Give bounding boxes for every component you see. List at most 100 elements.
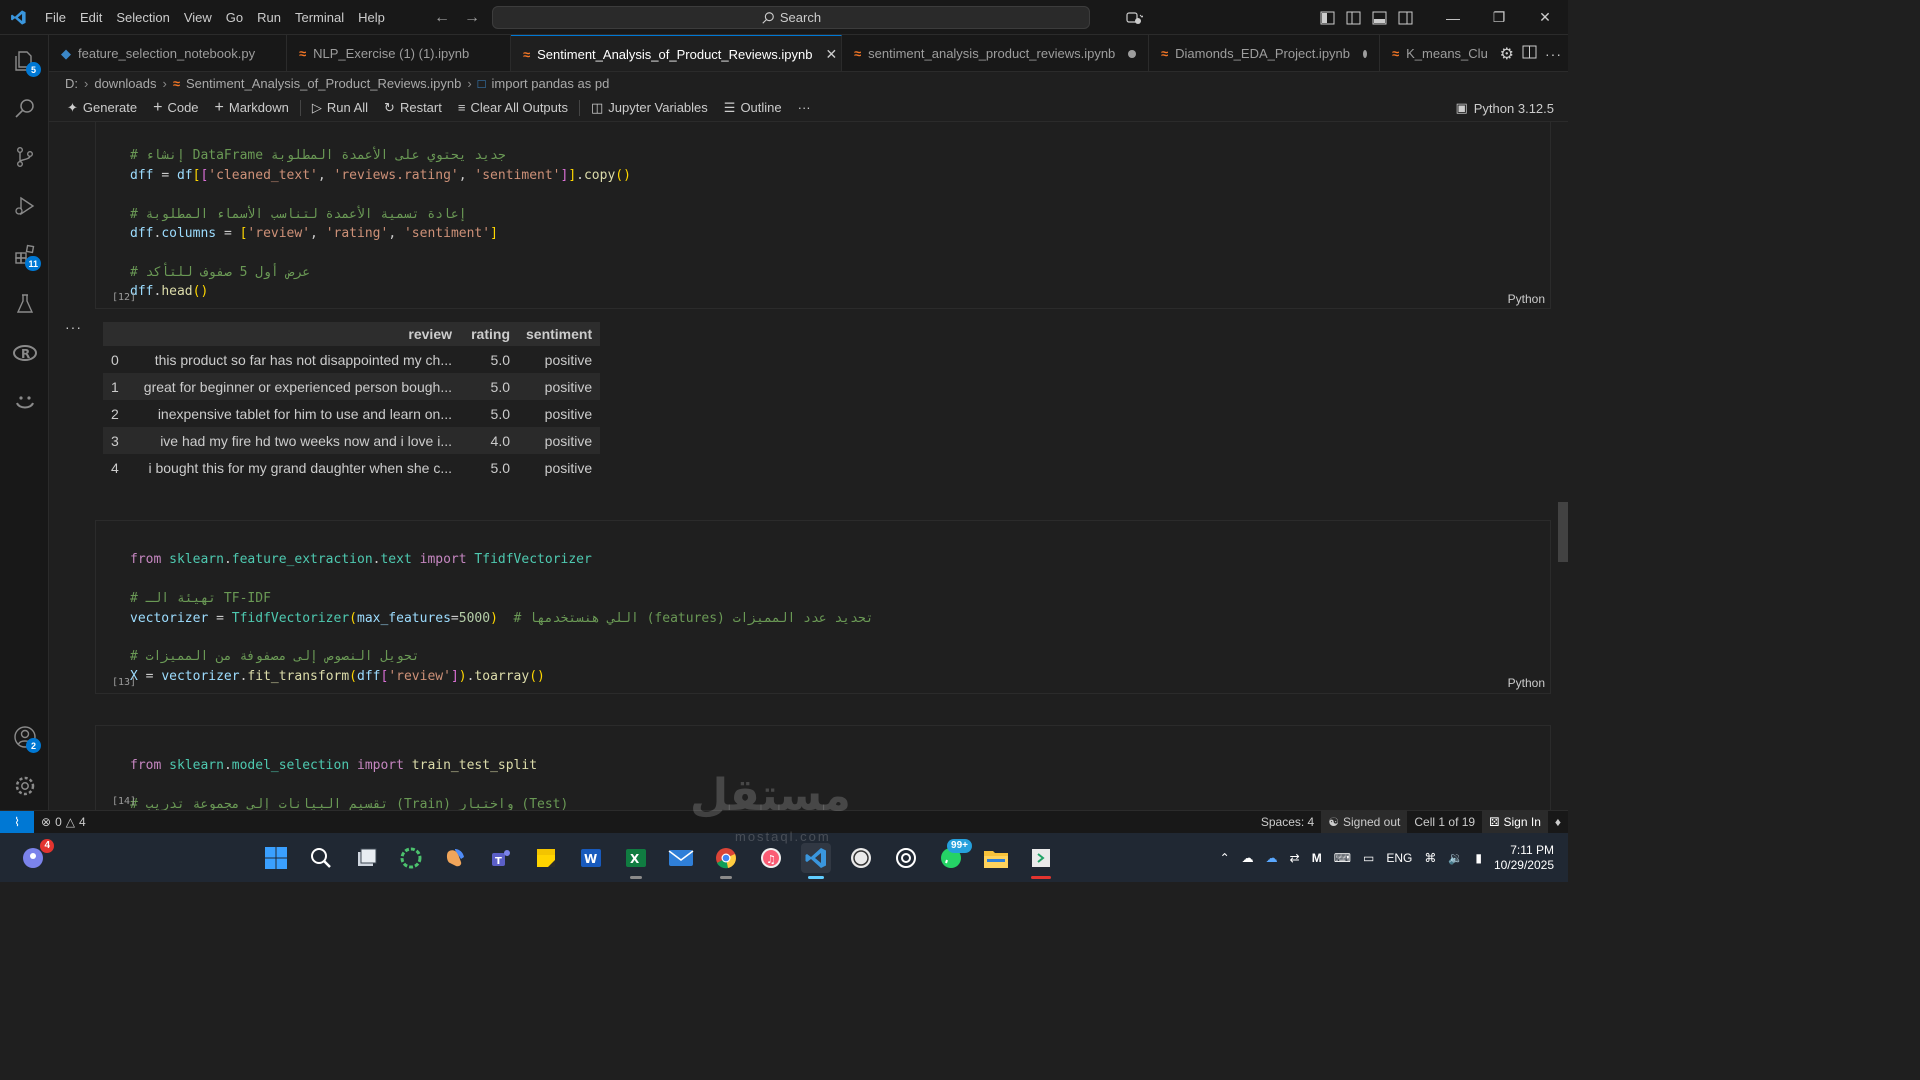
menu-file[interactable]: File: [38, 0, 73, 35]
excel-app-icon[interactable]: X: [621, 843, 651, 879]
back-arrow-icon[interactable]: ←: [434, 9, 450, 27]
onedrive-sync-icon[interactable]: ☁: [1266, 851, 1278, 865]
copilot-ring-icon[interactable]: [396, 843, 426, 873]
notebook-settings-gear-icon[interactable]: ⚙: [1500, 44, 1514, 64]
restore-button[interactable]: ❐: [1476, 0, 1522, 35]
notifications-bell-icon[interactable]: ♦: [1548, 811, 1568, 833]
smiley-extension-icon[interactable]: [0, 378, 49, 426]
code-cell-13[interactable]: from sklearn.feature_extraction.text imp…: [95, 520, 1551, 694]
chrome-app-icon[interactable]: [711, 843, 741, 879]
cell-source[interactable]: # إنشاء DataFrame جديد يحتوي على الأعمدة…: [130, 127, 631, 340]
kernel-picker[interactable]: ▣ Python 3.12.5: [1455, 94, 1554, 122]
teams-chat-icon[interactable]: 4: [18, 839, 54, 873]
indentation-status[interactable]: Spaces: 4: [1254, 811, 1321, 833]
run-all-button[interactable]: ▷ Run All: [304, 94, 376, 122]
terminal-app-icon[interactable]: [1026, 843, 1056, 879]
toggle-sidebar-icon[interactable]: [1340, 0, 1366, 35]
run-debug-icon[interactable]: [0, 182, 49, 230]
problems-indicator[interactable]: ⊗ 0 △ 4: [34, 811, 93, 833]
whatsapp-app-icon[interactable]: 99+: [936, 839, 972, 873]
sign-in-button[interactable]: ⚄ Sign In: [1482, 811, 1548, 833]
breadcrumb-file[interactable]: Sentiment_Analysis_of_Product_Reviews.ip…: [186, 76, 461, 91]
tray-app-m-icon[interactable]: M: [1312, 851, 1322, 865]
signed-out-status[interactable]: ☯ Signed out: [1321, 811, 1408, 833]
copilot-app-icon[interactable]: [441, 843, 471, 873]
command-center-search[interactable]: Search: [492, 6, 1090, 29]
more-actions-icon[interactable]: ···: [1545, 46, 1562, 62]
close-tab-icon[interactable]: ✕: [825, 46, 837, 63]
unsaved-dot-icon[interactable]: [1128, 49, 1136, 58]
remote-explorer-icon[interactable]: R: [0, 329, 49, 377]
input-language-label[interactable]: ENG: [1386, 851, 1412, 865]
chatgpt-app-icon[interactable]: [891, 843, 921, 873]
menu-help[interactable]: Help: [351, 0, 392, 35]
menu-selection[interactable]: Selection: [109, 0, 176, 35]
copilot-icon[interactable]: [1114, 0, 1154, 35]
add-code-cell-button[interactable]: + Code: [145, 94, 206, 122]
editor-scrollbar[interactable]: [1558, 502, 1568, 562]
menu-run[interactable]: Run: [250, 0, 288, 35]
start-windows-icon[interactable]: [261, 843, 291, 873]
customize-layout-icon[interactable]: [1314, 0, 1340, 35]
sticky-notes-icon[interactable]: [531, 843, 561, 873]
accounts-icon[interactable]: 2: [0, 713, 49, 761]
whatsapp-web-icon[interactable]: [846, 843, 876, 873]
jupyter-variables-button[interactable]: ◫ Jupyter Variables: [583, 94, 716, 122]
split-editor-icon[interactable]: [1522, 45, 1537, 62]
wifi-icon[interactable]: ⌘: [1424, 851, 1436, 865]
cell-language-label[interactable]: Python: [1508, 292, 1545, 306]
clock[interactable]: 7:11 PM 10/29/2025: [1494, 843, 1554, 873]
word-app-icon[interactable]: W: [576, 843, 606, 873]
breadcrumb-folder[interactable]: downloads: [94, 76, 156, 91]
taskbar-search-icon[interactable]: [306, 843, 336, 873]
keyboard-icon[interactable]: ⌨: [1334, 851, 1351, 865]
menu-go[interactable]: Go: [219, 0, 250, 35]
tab-nlp-exercise[interactable]: ≈ NLP_Exercise (1) (1).ipynb: [287, 35, 511, 71]
vscode-taskbar-icon[interactable]: [801, 843, 831, 879]
cell-position-status[interactable]: Cell 1 of 19: [1407, 811, 1482, 833]
forward-arrow-icon[interactable]: →: [464, 9, 480, 27]
cell-language-label[interactable]: Python: [1508, 676, 1545, 690]
clear-outputs-button[interactable]: ≡ Clear All Outputs: [450, 94, 576, 122]
volume-icon[interactable]: 🔉: [1448, 851, 1463, 865]
mail-app-icon[interactable]: [666, 843, 696, 873]
close-window-button[interactable]: ✕: [1522, 0, 1568, 35]
generate-button[interactable]: ✦ Generate: [59, 94, 145, 122]
breadcrumb-symbol[interactable]: import pandas as pd: [492, 76, 610, 91]
testing-flask-icon[interactable]: [0, 280, 49, 328]
minimize-button[interactable]: —: [1430, 0, 1476, 35]
file-explorer-icon[interactable]: [981, 843, 1011, 873]
restart-button[interactable]: ↻ Restart: [376, 94, 450, 122]
unsaved-dot-icon[interactable]: [1363, 49, 1367, 58]
tablet-mode-icon[interactable]: ▭: [1363, 851, 1374, 865]
menu-view[interactable]: View: [177, 0, 219, 35]
toggle-secondary-sidebar-icon[interactable]: [1392, 0, 1418, 35]
itunes-app-icon[interactable]: ♫: [756, 843, 786, 873]
teams-app-icon[interactable]: T: [486, 843, 516, 873]
output-more-actions[interactable]: ···: [65, 319, 82, 335]
task-view-icon[interactable]: [351, 843, 381, 873]
outline-button[interactable]: ☰ Outline: [716, 94, 790, 122]
tab-sentiment-product-reviews[interactable]: ≈ sentiment_analysis_product_reviews.ipy…: [842, 35, 1149, 71]
cell-source[interactable]: from sklearn.feature_extraction.text imp…: [130, 531, 874, 725]
toolbar-more-button[interactable]: ···: [790, 94, 819, 122]
tab-sentiment-analysis-active[interactable]: ≈ Sentiment_Analysis_of_Product_Reviews.…: [511, 35, 842, 71]
explorer-icon[interactable]: 5: [0, 37, 49, 85]
breadcrumb-drive[interactable]: D:: [65, 76, 78, 91]
battery-icon[interactable]: ▮: [1475, 851, 1482, 865]
onedrive-icon[interactable]: ☁: [1242, 851, 1254, 865]
cell-source[interactable]: from sklearn.model_selection import trai…: [130, 737, 944, 810]
menu-terminal[interactable]: Terminal: [288, 0, 351, 35]
source-control-icon[interactable]: [0, 133, 49, 181]
add-markdown-cell-button[interactable]: + Markdown: [207, 94, 297, 122]
tab-diamonds-eda[interactable]: ≈ Diamonds_EDA_Project.ipynb: [1149, 35, 1380, 71]
search-view-icon[interactable]: [0, 85, 49, 133]
tab-feature-selection[interactable]: ◆ feature_selection_notebook.py: [49, 35, 287, 71]
remote-indicator-icon[interactable]: ⌇: [0, 811, 34, 833]
tray-expand-chevron-icon[interactable]: ⌃: [1220, 851, 1230, 865]
menu-edit[interactable]: Edit: [73, 0, 109, 35]
extensions-icon[interactable]: 11: [0, 231, 49, 279]
code-cell-14[interactable]: from sklearn.model_selection import trai…: [95, 725, 1551, 810]
toggle-panel-icon[interactable]: [1366, 0, 1392, 35]
tray-arrows-icon[interactable]: ⇄: [1290, 851, 1300, 865]
